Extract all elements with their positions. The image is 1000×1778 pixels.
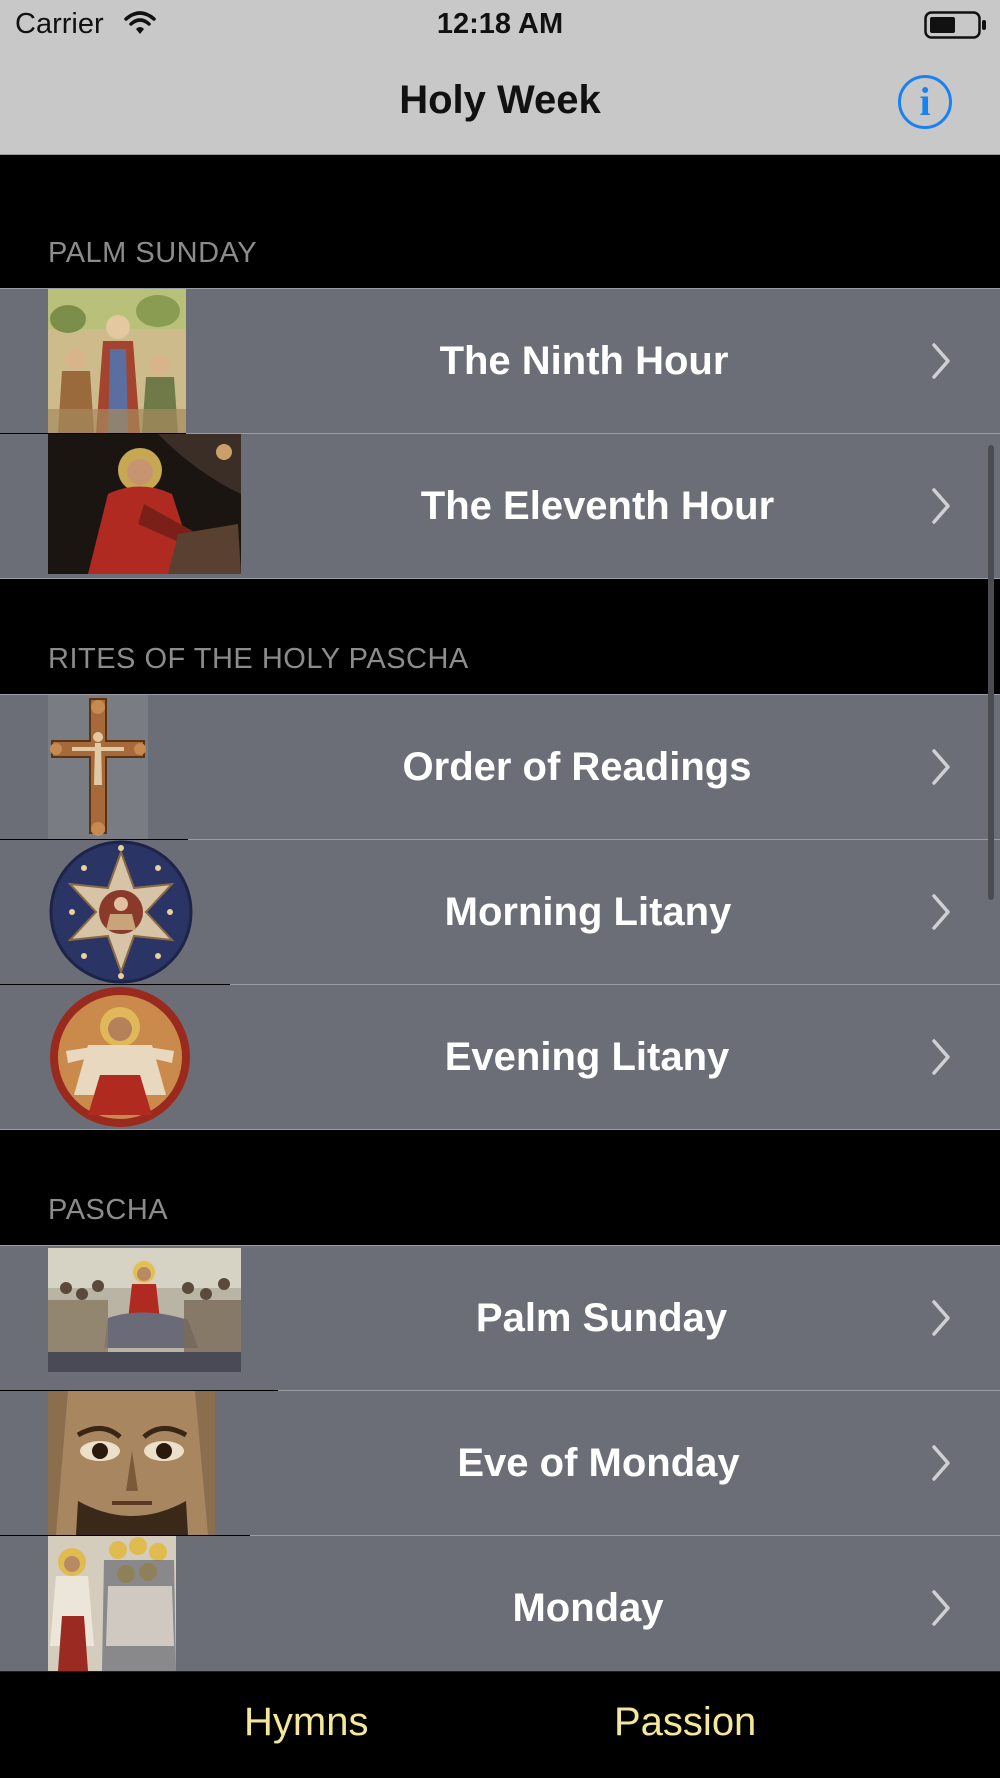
chevron-right-icon [932,1590,950,1626]
row-label: Evening Litany [444,1035,730,1079]
row-label: The Ninth Hour [439,339,729,383]
row-order-of-readings[interactable]: Order of Readings [0,695,1000,839]
screen: Carrier 12:18 AM Holy Week i PALM SUNDAY [0,0,1000,1778]
row-label: Order of Readings [402,745,752,789]
status-time: 12:18 AM [436,8,564,40]
info-button[interactable]: i [898,75,952,129]
chevron-right-icon [932,343,950,379]
hymn-list[interactable]: PALM SUNDAY The Ninth Hour The Eleventh … [0,155,1000,1671]
row-evening-litany[interactable]: Evening Litany [0,985,1000,1129]
row-label: Morning Litany [444,890,732,934]
chevron-right-icon [932,894,950,930]
tab-hymns[interactable]: Hymns [244,1700,368,1745]
christ-face-thumbnail [48,1391,215,1535]
row-label: Eve of Monday [457,1441,740,1485]
chevron-right-icon [932,488,950,524]
scroll-indicator[interactable] [988,445,994,900]
apostles-thumbnail [48,1536,176,1671]
row-label: Monday [512,1586,664,1630]
row-monday[interactable]: Monday [0,1536,1000,1671]
tab-bar: Hymns Passion [0,1671,1000,1778]
chevron-right-icon [932,1445,950,1481]
coptic-cross-thumbnail [48,695,148,839]
navigation-bar: Holy Week i [0,50,1000,155]
entry-jerusalem-thumbnail [48,1248,241,1372]
christ-praying-thumbnail [48,434,241,574]
chevron-right-icon [932,1039,950,1075]
section-header-palm-sunday: PALM SUNDAY [48,237,258,269]
row-palm-sunday[interactable]: Palm Sunday [0,1246,1000,1390]
christ-crowd-thumbnail [48,289,186,433]
page-title: Holy Week [399,78,601,122]
tab-passion[interactable]: Passion [614,1700,756,1745]
battery-icon [924,11,988,44]
section-bottom-separator [0,578,1000,579]
christ-medallion-thumbnail [48,985,192,1129]
row-label: The Eleventh Hour [420,484,775,528]
row-label: Palm Sunday [475,1296,728,1340]
section-header-pascha: PASCHA [48,1194,169,1226]
section-header-rites: RITES OF THE HOLY PASCHA [48,643,469,675]
row-eleventh-hour[interactable]: The Eleventh Hour [0,434,1000,578]
status-bar: Carrier 12:18 AM [0,0,1000,50]
chevron-right-icon [932,749,950,785]
row-ninth-hour[interactable]: The Ninth Hour [0,289,1000,433]
section-bottom-separator [0,1129,1000,1130]
row-morning-litany[interactable]: Morning Litany [0,840,1000,984]
info-icon: i [919,79,931,124]
row-eve-of-monday[interactable]: Eve of Monday [0,1391,1000,1535]
chevron-right-icon [932,1300,950,1336]
star-medallion-thumbnail [48,840,194,984]
